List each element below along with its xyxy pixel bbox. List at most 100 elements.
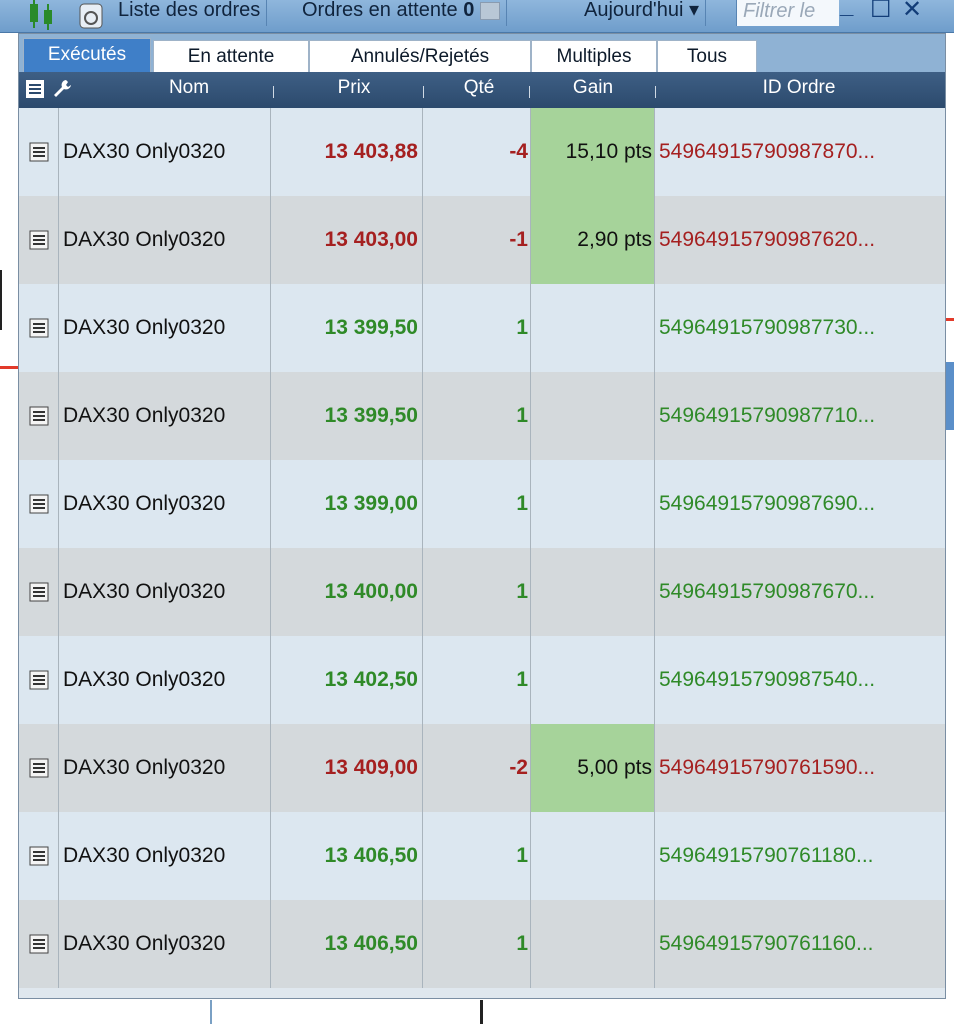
order-name: DAX30 Only0320 [59, 724, 271, 812]
table-row[interactable]: DAX30 Only0320 13 409,00 -2 5,00 pts 5496491… [19, 724, 945, 812]
order-details-icon[interactable] [29, 142, 49, 162]
order-price: 13 399,50 [271, 372, 423, 460]
row-details-cell[interactable] [19, 372, 59, 460]
column-qte[interactable]: Qté [439, 72, 519, 108]
pending-orders-icon [479, 1, 500, 20]
table-row[interactable]: DAX30 Only0320 13 400,00 1 5496491579098767… [19, 548, 945, 636]
row-details-cell[interactable] [19, 900, 59, 988]
column-separator [423, 86, 424, 98]
order-name: DAX30 Only0320 [59, 284, 271, 372]
order-details-icon[interactable] [29, 318, 49, 338]
tab-executes[interactable]: Exécutés [23, 38, 151, 72]
column-separator [529, 86, 530, 98]
order-id: 54964915790987690... [659, 492, 876, 515]
order-name: DAX30 Only0320 [59, 900, 271, 988]
order-price: 13 399,50 [271, 284, 423, 372]
column-prix[interactable]: Prix [289, 72, 419, 108]
document-icon[interactable] [25, 78, 47, 100]
order-details-icon[interactable] [29, 670, 49, 690]
row-details-cell[interactable] [19, 636, 59, 724]
orders-toolbar: Liste des ordres Ordres en attente 0 Auj… [0, 0, 954, 33]
order-id: 54964915790987670... [659, 580, 876, 603]
order-gain: 2,90 pts [531, 196, 655, 284]
orders-panel: Exécutés En attente Annulés/Rejetés Mult… [18, 33, 946, 999]
order-quantity: 1 [423, 636, 531, 724]
tab-annules-rejetes[interactable]: Annulés/Rejetés [309, 40, 531, 72]
chart-candles-icon[interactable] [26, 0, 66, 30]
order-price: 13 402,50 [271, 636, 423, 724]
order-name: DAX30 Only0320 [59, 460, 271, 548]
wrench-icon[interactable] [51, 78, 73, 100]
row-details-cell[interactable] [19, 724, 59, 812]
order-price: 13 400,00 [271, 548, 423, 636]
row-details-cell[interactable] [19, 548, 59, 636]
filter-input[interactable]: Filtrer le [736, 0, 839, 26]
order-details-icon[interactable] [29, 934, 49, 954]
table-row[interactable]: DAX30 Only0320 13 399,00 1 5496491579098769… [19, 460, 945, 548]
order-id: 54964915790987620... [659, 228, 876, 251]
pending-orders-label: Ordres en attente [302, 0, 458, 21]
order-details-icon[interactable] [29, 582, 49, 602]
order-quantity: 1 [423, 460, 531, 548]
order-id: 54964915790987870... [659, 140, 876, 163]
table-row[interactable]: DAX30 Only0320 13 406,50 1 5496491579076118… [19, 812, 945, 900]
row-details-cell[interactable] [19, 108, 59, 196]
order-details-icon[interactable] [29, 230, 49, 250]
table-row[interactable]: DAX30 Only0320 13 403,00 -1 2,90 pts 5496491… [19, 196, 945, 284]
table-row[interactable]: DAX30 Only0320 13 403,88 -4 15,10 pts 549649… [19, 108, 945, 196]
order-price: 13 409,00 [271, 724, 423, 812]
tab-tous[interactable]: Tous [657, 40, 757, 72]
order-quantity: -2 [423, 724, 531, 812]
close-icon[interactable]: ✕ [902, 0, 922, 24]
mouse-pointer-icon[interactable] [76, 0, 106, 30]
order-details-icon[interactable] [29, 846, 49, 866]
order-gain: 5,00 pts [531, 724, 655, 812]
order-details-icon[interactable] [29, 494, 49, 514]
table-row[interactable]: DAX30 Only0320 13 399,50 1 5496491579098773… [19, 284, 945, 372]
minimize-icon[interactable]: _ [840, 0, 853, 20]
maximize-icon[interactable]: ☐ [870, 0, 892, 24]
row-details-cell[interactable] [19, 812, 59, 900]
chart-baseline [210, 1000, 212, 1024]
order-gain [531, 636, 655, 724]
column-separator [273, 86, 274, 98]
tab-en-attente[interactable]: En attente [153, 40, 309, 72]
order-name: DAX30 Only0320 [59, 196, 271, 284]
order-id: 54964915790987540... [659, 668, 876, 691]
order-gain: 15,10 pts [531, 108, 655, 196]
order-quantity: 1 [423, 372, 531, 460]
row-details-cell[interactable] [19, 460, 59, 548]
order-gain [531, 900, 655, 988]
order-details-icon[interactable] [29, 758, 49, 778]
order-price: 13 403,88 [271, 108, 423, 196]
order-gain [531, 548, 655, 636]
order-name: DAX30 Only0320 [59, 108, 271, 196]
order-quantity: -1 [423, 196, 531, 284]
pending-orders-count: 0 [463, 0, 475, 21]
table-header: Nom Prix Qté Gain ID Ordre [19, 72, 945, 108]
order-price: 13 406,50 [271, 900, 423, 988]
order-name: DAX30 Only0320 [59, 372, 271, 460]
order-gain [531, 812, 655, 900]
today-dropdown[interactable]: Aujourd'hui ▾ [578, 0, 707, 26]
chart-axis-left [0, 270, 2, 330]
orders-table-body: DAX30 Only0320 13 403,88 -4 15,10 pts 549649… [19, 108, 945, 988]
column-gain[interactable]: Gain [539, 72, 647, 108]
row-details-cell[interactable] [19, 284, 59, 372]
table-row[interactable]: DAX30 Only0320 13 402,50 1 5496491579098754… [19, 636, 945, 724]
order-gain [531, 460, 655, 548]
pending-orders-button[interactable]: Ordres en attente 0 [296, 0, 507, 26]
order-name: DAX30 Only0320 [59, 548, 271, 636]
table-row[interactable]: DAX30 Only0320 13 399,50 1 5496491579098771… [19, 372, 945, 460]
tab-multiples[interactable]: Multiples [531, 40, 657, 72]
chart-bar-right [946, 362, 954, 430]
column-nom[interactable]: Nom [119, 72, 259, 108]
order-details-icon[interactable] [29, 406, 49, 426]
order-name: DAX30 Only0320 [59, 636, 271, 724]
column-id-ordre[interactable]: ID Ordre [679, 72, 919, 108]
orders-list-button[interactable]: Liste des ordres [112, 0, 268, 26]
table-row[interactable]: DAX30 Only0320 13 406,50 1 5496491579076116… [19, 900, 945, 988]
row-details-cell[interactable] [19, 196, 59, 284]
order-price: 13 403,00 [271, 196, 423, 284]
order-quantity: -4 [423, 108, 531, 196]
